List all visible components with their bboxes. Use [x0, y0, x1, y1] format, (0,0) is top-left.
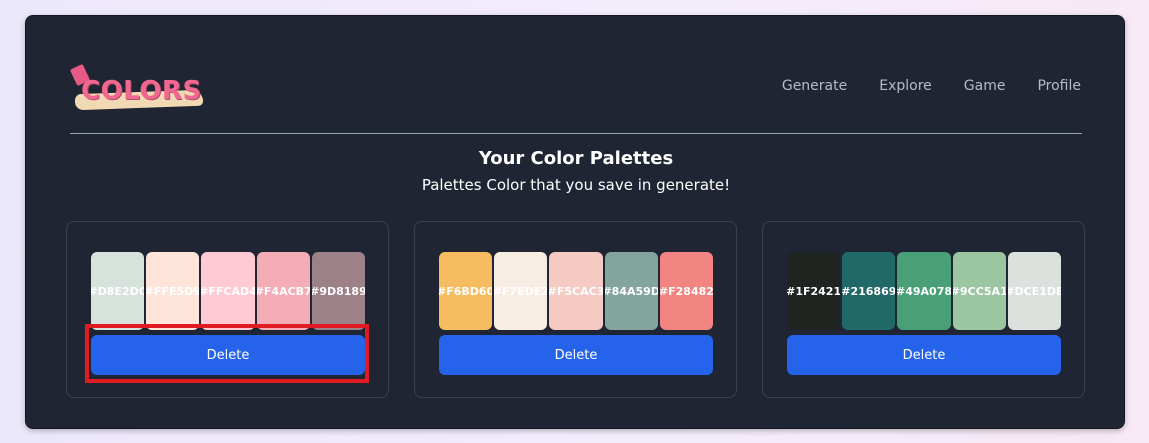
color-swatch[interactable]: #F28482 [659, 252, 714, 330]
nav-game[interactable]: Game [964, 78, 1006, 94]
color-swatch[interactable]: #F6BD60 [439, 252, 493, 330]
palette-card: #F6BD60 #F7EDE2 #F5CAC3 #84A59D #F28482 … [414, 221, 737, 398]
color-swatch[interactable]: #FFCAD4 [201, 252, 255, 330]
color-swatch[interactable]: #F5CAC3 [549, 252, 603, 330]
color-swatch[interactable]: #1F2421 [787, 252, 841, 330]
nav-generate[interactable]: Generate [782, 78, 847, 94]
color-swatch[interactable]: #49A078 [897, 252, 951, 330]
header-divider [70, 133, 1082, 134]
palette-card: #1F2421 #216869 #49A078 #9CC5A1 #DCE1DE … [762, 221, 1085, 398]
delete-button[interactable]: Delete [787, 335, 1061, 375]
palette-swatches: #D8E2DC #FFE5D9 #FFCAD4 #F4ACB7 #9D8189 [91, 252, 366, 330]
page-subtitle: Palettes Color that you save in generate… [421, 176, 731, 194]
delete-button[interactable]: Delete [439, 335, 713, 375]
palette-card: #D8E2DC #FFE5D9 #FFCAD4 #F4ACB7 #9D8189 … [66, 221, 389, 398]
delete-button[interactable]: Delete [91, 335, 365, 375]
app-window: COLORS Generate Explore Game Profile You… [25, 15, 1125, 429]
color-swatch[interactable]: #FFE5D9 [146, 252, 200, 330]
page-title: Your Color Palettes [478, 148, 674, 169]
palette-swatches: #F6BD60 #F7EDE2 #F5CAC3 #84A59D #F28482 [439, 252, 714, 330]
color-swatch[interactable]: #DCE1DE [1007, 252, 1062, 330]
nav-explore[interactable]: Explore [879, 78, 932, 94]
color-swatch[interactable]: #84A59D [604, 252, 658, 330]
brand-logo[interactable]: COLORS [69, 63, 211, 114]
logo-text: COLORS [81, 76, 202, 106]
nav-profile[interactable]: Profile [1037, 78, 1081, 94]
color-swatch[interactable]: #9D8189 [311, 252, 366, 330]
color-swatch[interactable]: #216869 [842, 252, 896, 330]
top-nav: Generate Explore Game Profile [782, 78, 1081, 94]
palette-swatches: #1F2421 #216869 #49A078 #9CC5A1 #DCE1DE [787, 252, 1062, 330]
color-swatch[interactable]: #9CC5A1 [952, 252, 1006, 330]
color-swatch[interactable]: #F4ACB7 [256, 252, 310, 330]
color-swatch[interactable]: #D8E2DC [91, 252, 145, 330]
color-swatch[interactable]: #F7EDE2 [494, 252, 548, 330]
